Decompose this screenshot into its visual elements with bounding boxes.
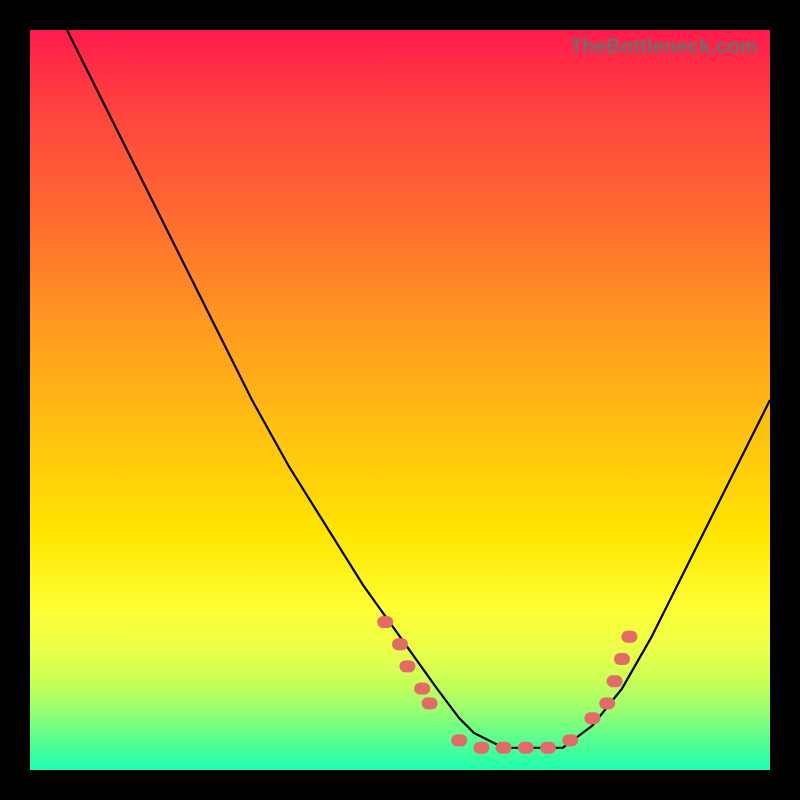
marker-dot — [599, 697, 615, 709]
curve-layer — [30, 30, 770, 770]
marker-dot — [496, 742, 512, 754]
marker-dot — [584, 712, 600, 724]
marker-dot — [422, 697, 438, 709]
marker-dot — [473, 742, 489, 754]
marker-dot — [377, 616, 393, 628]
marker-dot — [614, 653, 630, 665]
marker-dot — [540, 742, 556, 754]
bottleneck-curve — [67, 30, 770, 748]
marker-dot — [607, 675, 623, 687]
marker-dot — [518, 742, 534, 754]
marker-dot — [392, 638, 408, 650]
marker-group — [377, 616, 637, 754]
marker-dot — [414, 683, 430, 695]
marker-dot — [562, 734, 578, 746]
plot-area: TheBottleneck.com — [30, 30, 770, 770]
marker-dot — [451, 734, 467, 746]
chart-frame: TheBottleneck.com — [0, 0, 800, 800]
marker-dot — [399, 660, 415, 672]
marker-dot — [621, 631, 637, 643]
